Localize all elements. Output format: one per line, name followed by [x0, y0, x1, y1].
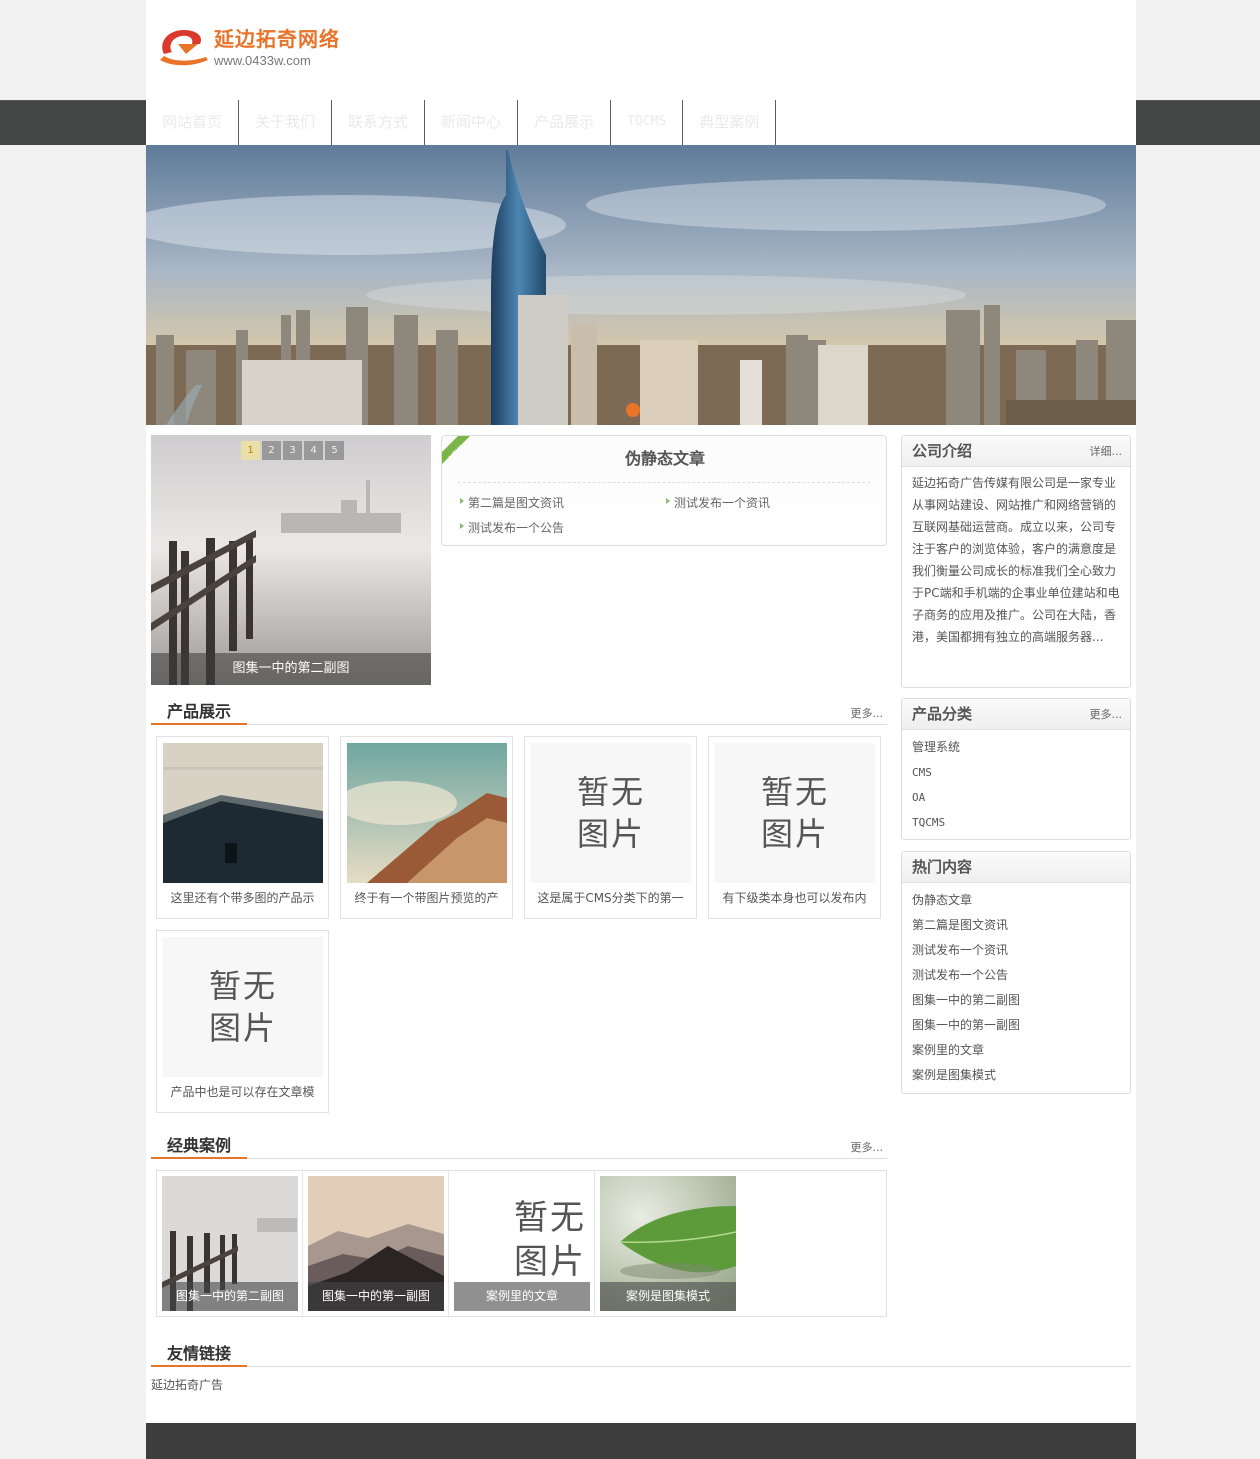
- nav-item-2[interactable]: 关于我们: [239, 100, 333, 145]
- products-title: 产品展示: [151, 701, 248, 725]
- category-item-4[interactable]: TQCMS: [912, 810, 1120, 835]
- nav-item-7[interactable]: 典型案例: [683, 100, 777, 145]
- news-box: NEW 伪静态文章 第二篇是图文资讯 测试发布一个资讯 测试发布一个公告: [441, 435, 887, 546]
- hot-title: 热门内容: [912, 858, 973, 876]
- product-image-2[interactable]: [347, 743, 507, 883]
- slider-page-4[interactable]: 4: [304, 441, 323, 460]
- hot-item-5[interactable]: 图集一中的第二副图: [912, 988, 1120, 1013]
- no-image-placeholder-3: 暂无 图片: [531, 743, 691, 883]
- product-caption-4[interactable]: 有下级类本身也可以发布内: [709, 889, 880, 906]
- case-caption-2[interactable]: 图集一中的第一副图: [308, 1282, 444, 1311]
- banner-cityscape-image: [146, 145, 1136, 425]
- hot-item-2[interactable]: 第二篇是图文资讯: [912, 913, 1120, 938]
- case-item-4[interactable]: 案例是图集模式: [600, 1176, 736, 1311]
- about-more-link[interactable]: 详细...: [1090, 437, 1123, 467]
- product-image-3[interactable]: 暂无 图片: [531, 743, 691, 883]
- friend-link-1[interactable]: 延边拓奇广告: [151, 1376, 223, 1393]
- no-image-placeholder-4: 暂无 图片: [715, 743, 875, 883]
- categories-header: 产品分类 更多...: [902, 699, 1130, 730]
- cases-title: 经典案例: [151, 1135, 248, 1159]
- slider-pagination: 12345: [241, 441, 344, 460]
- hot-item-8[interactable]: 案例是图集模式: [912, 1063, 1120, 1088]
- hot-item-3[interactable]: 测试发布一个资讯: [912, 938, 1120, 963]
- main-nav: 网站首页 关于我们 联系方式 新闻中心 产品展示 TQCMS 典型案例: [146, 100, 777, 145]
- gallery-slider[interactable]: 12345 图集一中的第二副图: [151, 435, 431, 685]
- news-link-2[interactable]: 测试发布一个资讯: [664, 494, 770, 511]
- links-header: 友情链接: [151, 1341, 1131, 1367]
- hero-banner: [146, 145, 1136, 425]
- product-caption-1[interactable]: 这里还有个带多图的产品示: [157, 889, 328, 906]
- no-image-placeholder-5: 暂无 图片: [163, 937, 323, 1077]
- brand-name: 延边拓奇网络: [214, 27, 340, 51]
- case-separator: [302, 1171, 303, 1316]
- case-item-3[interactable]: 暂无 图片 案例里的文章: [454, 1176, 590, 1311]
- product-caption-3[interactable]: 这是属于CMS分类下的第一: [525, 889, 696, 906]
- categories-more-link[interactable]: 更多...: [1090, 700, 1123, 730]
- sidebar-hot: 热门内容 伪静态文章 第二篇是图文资讯 测试发布一个资讯 测试发布一个公告 图集…: [901, 851, 1131, 1094]
- slider-caption[interactable]: 图集一中的第二副图: [151, 653, 431, 685]
- slider-page-3[interactable]: 3: [283, 441, 302, 460]
- products-header: 产品展示 更多...: [151, 699, 887, 725]
- case-separator: [448, 1171, 449, 1316]
- news-divider: [458, 482, 870, 483]
- case-separator: [594, 1171, 595, 1316]
- about-header: 公司介绍 详细...: [902, 436, 1130, 467]
- barn-photo: [163, 743, 323, 883]
- about-text: 延边拓奇广告传媒有限公司是一家专业从事网站建设、网站推广和网络营销的互联网基础运…: [912, 476, 1120, 644]
- slider-page-5[interactable]: 5: [325, 441, 344, 460]
- sidebar-about: 公司介绍 详细... 延边拓奇广告传媒有限公司是一家专业从事网站建设、网站推广和…: [901, 435, 1131, 688]
- case-caption-1[interactable]: 图集一中的第二副图: [162, 1282, 298, 1311]
- product-caption-2[interactable]: 终于有一个带图片预览的产: [341, 889, 512, 906]
- site-logo[interactable]: 延边拓奇网络 www.0433w.com: [156, 20, 356, 70]
- case-caption-4[interactable]: 案例是图集模式: [600, 1282, 736, 1311]
- product-image-5[interactable]: 暂无 图片: [163, 937, 323, 1077]
- hot-header: 热门内容: [902, 852, 1130, 883]
- hot-item-6[interactable]: 图集一中的第一副图: [912, 1013, 1120, 1038]
- nav-item-4[interactable]: 新闻中心: [425, 100, 519, 145]
- logo-mark-icon: [160, 30, 208, 66]
- case-caption-3[interactable]: 案例里的文章: [454, 1282, 590, 1311]
- nav-item-1[interactable]: 网站首页: [146, 100, 240, 145]
- product-caption-5[interactable]: 产品中也是可以存在文章模: [157, 1083, 328, 1100]
- cases-more-link[interactable]: 更多...: [851, 1139, 884, 1155]
- case-item-2[interactable]: 图集一中的第一副图: [308, 1176, 444, 1311]
- sidebar-categories: 产品分类 更多... 管理系统 CMS OA TQCMS: [901, 698, 1131, 840]
- hot-list: 伪静态文章 第二篇是图文资讯 测试发布一个资讯 测试发布一个公告 图集一中的第二…: [902, 883, 1130, 1088]
- categories-list: 管理系统 CMS OA TQCMS: [902, 730, 1130, 835]
- page-container: 延边拓奇网络 www.0433w.com 1 2 3 4 5 图集一中的第二副图…: [146, 0, 1136, 1459]
- brand-url: www.0433w.com: [214, 53, 311, 68]
- categories-title: 产品分类: [912, 705, 973, 723]
- product-card-2[interactable]: 终于有一个带图片预览的产: [340, 736, 513, 919]
- about-title: 公司介绍: [912, 442, 973, 460]
- slider-page-2[interactable]: 2: [262, 441, 281, 460]
- nav-item-3[interactable]: 联系方式: [332, 100, 426, 145]
- product-card-4[interactable]: 暂无 图片 有下级类本身也可以发布内: [708, 736, 881, 919]
- page-footer: [146, 1423, 1136, 1459]
- product-card-3[interactable]: 暂无 图片 这是属于CMS分类下的第一: [524, 736, 697, 919]
- hot-item-1[interactable]: 伪静态文章: [912, 888, 1120, 913]
- slider-page-1[interactable]: 1: [241, 441, 260, 460]
- cliff-photo: [347, 743, 507, 883]
- category-item-1[interactable]: 管理系统: [912, 735, 1120, 760]
- links-title: 友情链接: [151, 1343, 248, 1367]
- product-card-5[interactable]: 暂无 图片 产品中也是可以存在文章模: [156, 930, 329, 1113]
- product-image-1[interactable]: [163, 743, 323, 883]
- product-image-4[interactable]: 暂无 图片: [715, 743, 875, 883]
- products-more-link[interactable]: 更多...: [851, 705, 884, 721]
- news-link-1[interactable]: 第二篇是图文资讯: [458, 494, 564, 511]
- hot-item-7[interactable]: 案例里的文章: [912, 1038, 1120, 1063]
- hot-item-4[interactable]: 测试发布一个公告: [912, 963, 1120, 988]
- banner-indicator-dot[interactable]: [626, 403, 640, 417]
- category-item-3[interactable]: OA: [912, 785, 1120, 810]
- slider-lake-image: [151, 435, 431, 685]
- nav-item-5[interactable]: 产品展示: [518, 100, 612, 145]
- nav-item-6[interactable]: TQCMS: [611, 100, 684, 145]
- news-title[interactable]: 伪静态文章: [442, 445, 886, 469]
- cases-header: 经典案例 更多...: [151, 1133, 887, 1159]
- case-item-1[interactable]: 图集一中的第二副图: [162, 1176, 298, 1311]
- category-item-2[interactable]: CMS: [912, 760, 1120, 785]
- product-card-1[interactable]: 这里还有个带多图的产品示: [156, 736, 329, 919]
- cases-strip: 图集一中的第二副图 图集一中的第一副图 暂无 图片 案例里的文章 案例是图集模式: [156, 1170, 887, 1317]
- news-link-3[interactable]: 测试发布一个公告: [458, 519, 564, 536]
